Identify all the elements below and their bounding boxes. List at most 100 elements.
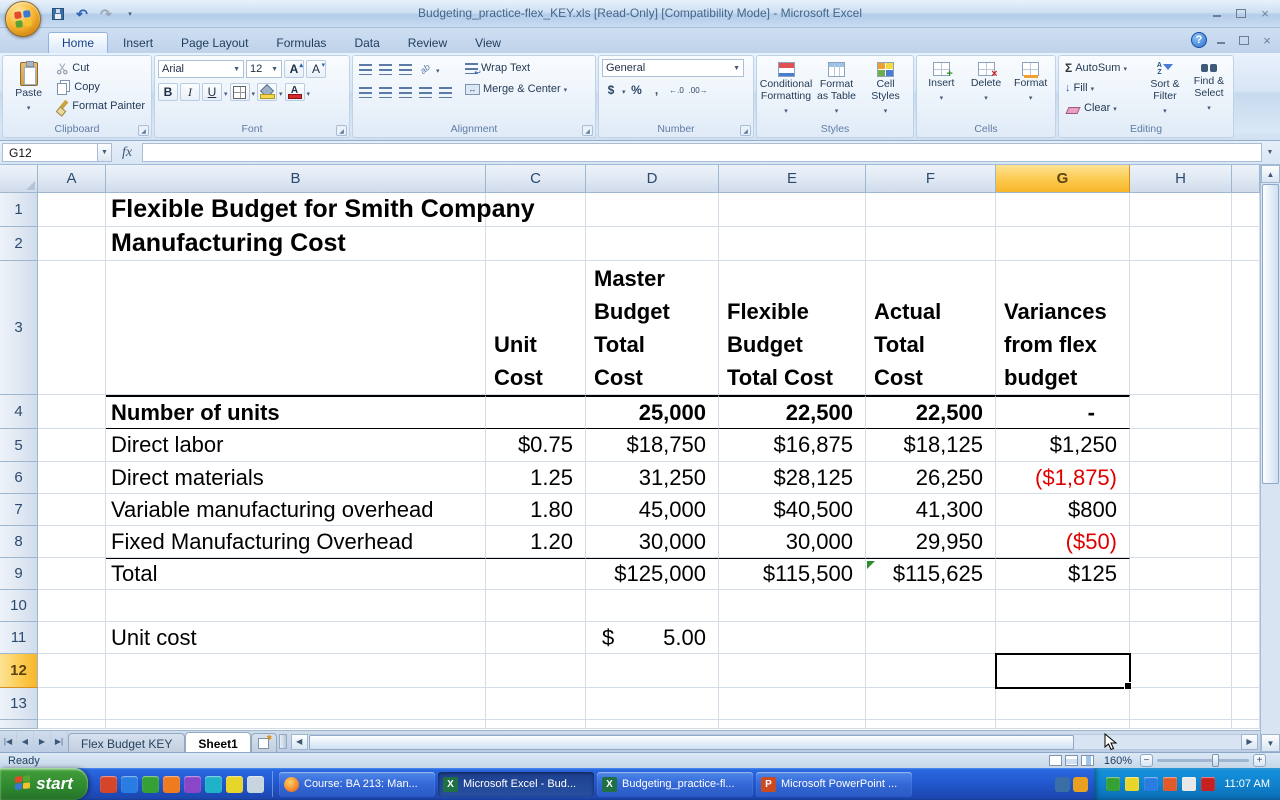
previous-sheet-button[interactable]: [17, 731, 34, 752]
cell-X6[interactable]: [1232, 462, 1260, 494]
copy-button[interactable]: Copy: [53, 78, 148, 96]
orientation-dropdown-icon[interactable]: [436, 60, 440, 78]
zoom-thumb[interactable]: [1212, 754, 1219, 767]
row-header-3[interactable]: 3: [0, 261, 38, 395]
column-header-H[interactable]: H: [1130, 165, 1232, 193]
cell-X11[interactable]: [1232, 622, 1260, 654]
cell-H5[interactable]: [1130, 429, 1232, 462]
cell-D13[interactable]: [586, 688, 719, 720]
cell-C14[interactable]: [486, 720, 586, 729]
cell-F1[interactable]: [866, 193, 996, 227]
cell-A12[interactable]: [38, 654, 106, 688]
cell-B3[interactable]: [106, 261, 486, 395]
number-format-combo[interactable]: General: [602, 59, 744, 77]
cell-E6[interactable]: $28,125: [719, 462, 866, 494]
next-sheet-button[interactable]: [34, 731, 51, 752]
font-dialog-launcher[interactable]: [336, 125, 347, 136]
row-header-9[interactable]: 9: [0, 558, 38, 590]
font-size-combo[interactable]: 12: [246, 60, 282, 78]
normal-view-button[interactable]: [1049, 755, 1062, 766]
increase-decimal-button[interactable]: [668, 81, 686, 99]
taskbar-task-microsoft-excel-bud[interactable]: Microsoft Excel - Bud...: [438, 772, 594, 797]
tray-icon-6[interactable]: [1201, 777, 1215, 791]
cell-X3[interactable]: [1232, 261, 1260, 395]
column-header-B[interactable]: B: [106, 165, 486, 193]
cell-B14[interactable]: [106, 720, 486, 729]
cell-F12[interactable]: [866, 654, 996, 688]
cell-F14[interactable]: [866, 720, 996, 729]
cell-G10[interactable]: [996, 590, 1130, 622]
cell-B6[interactable]: Direct materials: [106, 462, 486, 494]
decrease-decimal-button[interactable]: [688, 81, 709, 99]
cell-E13[interactable]: [719, 688, 866, 720]
row-header-13[interactable]: 13: [0, 688, 38, 720]
conditional-formatting-button[interactable]: Conditional Formatting: [760, 59, 812, 123]
row-header-14[interactable]: [0, 720, 38, 729]
row-header-6[interactable]: 6: [0, 462, 38, 494]
cell-A7[interactable]: [38, 494, 106, 526]
cell-G1[interactable]: [996, 193, 1130, 227]
scroll-right-icon[interactable]: [1241, 734, 1258, 750]
format-painter-button[interactable]: Format Painter: [53, 97, 148, 115]
cell-B8[interactable]: Fixed Manufacturing Overhead: [106, 526, 486, 558]
taskbar-task-budgeting-practice-fl[interactable]: Budgeting_practice-fl...: [597, 772, 753, 797]
cell-E11[interactable]: [719, 622, 866, 654]
name-box[interactable]: G12: [2, 143, 98, 162]
cell-D6[interactable]: 31,250: [586, 462, 719, 494]
cell-F8[interactable]: 29,950: [866, 526, 996, 558]
cell-A3[interactable]: [38, 261, 106, 395]
cell-H1[interactable]: [1130, 193, 1232, 227]
cell-F10[interactable]: [866, 590, 996, 622]
cell-A4[interactable]: [38, 395, 106, 429]
zoom-level[interactable]: 160%: [1104, 755, 1132, 767]
insert-worksheet-tab[interactable]: [251, 733, 277, 752]
cell-D10[interactable]: [586, 590, 719, 622]
vertical-scrollbar[interactable]: [1260, 165, 1280, 752]
workbook-restore-button[interactable]: [1235, 33, 1253, 47]
vertical-scrollbar-thumb[interactable]: [1262, 184, 1279, 484]
cell-C5[interactable]: $0.75: [486, 429, 586, 462]
quick-launch-icon-4[interactable]: [163, 776, 180, 793]
tray-icon-2[interactable]: [1125, 777, 1139, 791]
row-header-11[interactable]: 11: [0, 622, 38, 654]
cell-D3[interactable]: Master Budget Total Cost: [586, 261, 719, 395]
column-header-C[interactable]: C: [486, 165, 586, 193]
cell-C10[interactable]: [486, 590, 586, 622]
grow-font-button[interactable]: A: [284, 60, 304, 78]
row-header-8[interactable]: 8: [0, 526, 38, 558]
cell-B4[interactable]: Number of units: [106, 395, 486, 429]
ribbon-tab-review[interactable]: Review: [395, 32, 460, 53]
row-header-2[interactable]: 2: [0, 227, 38, 261]
name-box-dropdown-icon[interactable]: [98, 143, 112, 162]
cell-E7[interactable]: $40,500: [719, 494, 866, 526]
cell-C8[interactable]: 1.20: [486, 526, 586, 558]
align-bottom-button[interactable]: [396, 60, 414, 78]
cell-X4[interactable]: [1232, 395, 1260, 429]
cell-B7[interactable]: Variable manufacturing overhead: [106, 494, 486, 526]
expand-formula-bar-icon[interactable]: [1262, 143, 1278, 162]
cell-H13[interactable]: [1130, 688, 1232, 720]
taskbar-notify-icon-1[interactable]: [1055, 777, 1070, 792]
cell-styles-button[interactable]: Cell Styles: [861, 59, 910, 123]
column-header-G[interactable]: G: [996, 165, 1130, 193]
tray-icon-1[interactable]: [1106, 777, 1120, 791]
cell-X8[interactable]: [1232, 526, 1260, 558]
shrink-font-button[interactable]: A: [306, 60, 326, 78]
cell-G4[interactable]: -: [996, 395, 1130, 429]
cell-A9[interactable]: [38, 558, 106, 590]
quick-launch-icon-1[interactable]: [100, 776, 117, 793]
cell-G8[interactable]: ($50): [996, 526, 1130, 558]
customize-quick-access-button[interactable]: [120, 5, 140, 23]
cell-A14[interactable]: [38, 720, 106, 729]
quick-launch-icon-6[interactable]: [205, 776, 222, 793]
workbook-close-button[interactable]: [1258, 33, 1276, 47]
cell-D1[interactable]: [586, 193, 719, 227]
format-as-table-button[interactable]: Format as Table: [812, 59, 861, 123]
cell-A5[interactable]: [38, 429, 106, 462]
cell-B10[interactable]: [106, 590, 486, 622]
cell-B1[interactable]: Flexible Budget for Smith Company: [106, 193, 486, 227]
cell-C7[interactable]: 1.80: [486, 494, 586, 526]
cell-B13[interactable]: [106, 688, 486, 720]
cell-H3[interactable]: [1130, 261, 1232, 395]
number-dialog-launcher[interactable]: [740, 125, 751, 136]
